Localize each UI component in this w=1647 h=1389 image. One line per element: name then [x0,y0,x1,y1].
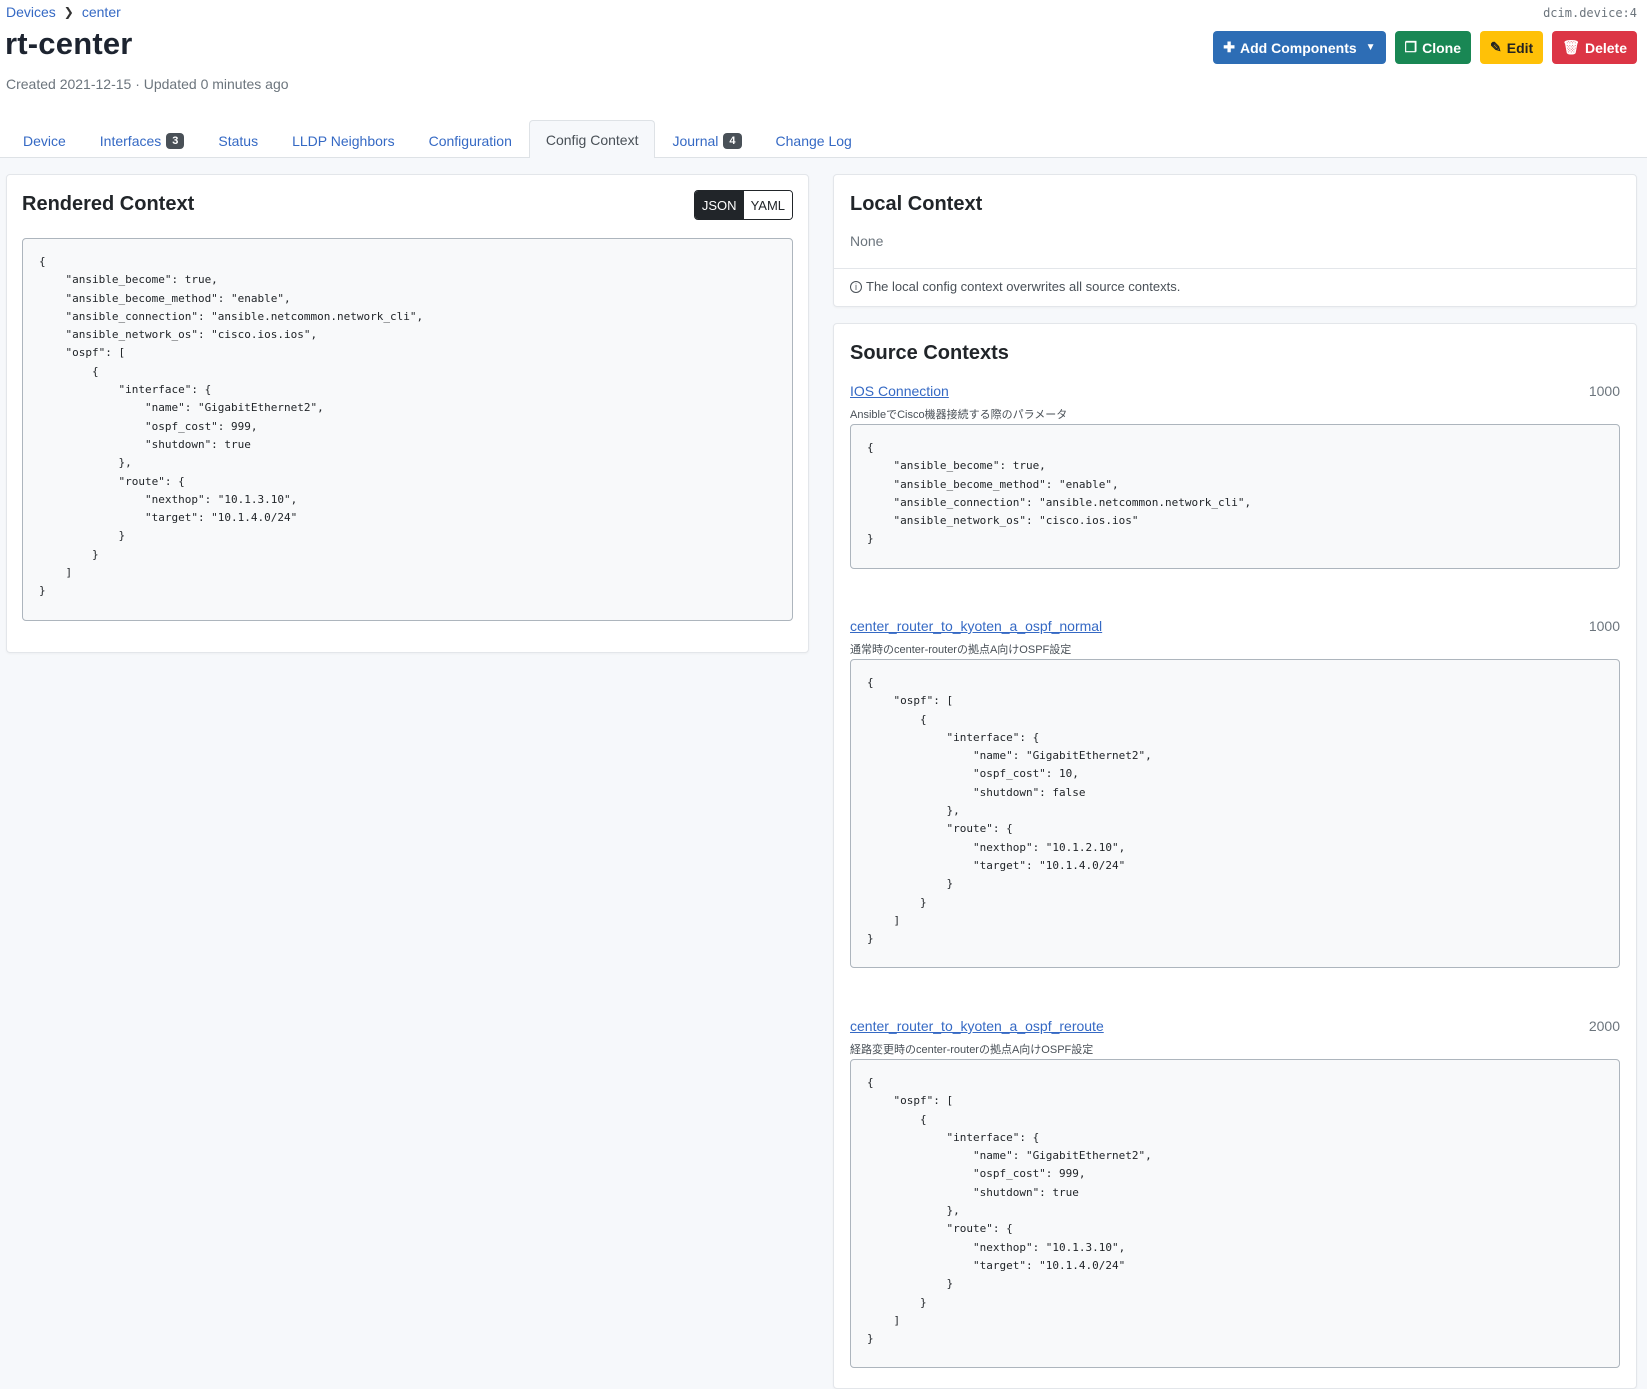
page-title: rt-center [5,26,133,61]
tab-label: Device [23,132,66,149]
yaml-format-button[interactable]: YAML [743,191,792,219]
rendered-context-title: Rendered Context [22,193,195,215]
source-context-code: { "ospf": [ { "interface": { "name": "Gi… [850,1059,1620,1368]
source-context-weight: 1000 [1588,618,1620,634]
page-header: Devices ❯ center dcim.device:4 rt-center… [0,0,1647,158]
plus-icon: ✚ [1223,39,1235,55]
breadcrumb-devices[interactable]: Devices [6,4,56,20]
local-context-value: None [850,233,884,249]
delete-label: Delete [1584,39,1627,56]
format-toggle: JSON YAML [693,190,793,220]
source-context-link[interactable]: IOS Connection [850,383,949,399]
source-context-description: 経路変更時のcenter-routerの拠点A向けOSPF設定 [850,1044,1094,1056]
object-identifier: dcim.device:4 [1543,6,1637,20]
tab-interfaces[interactable]: Interfaces 3 [83,122,202,158]
source-context-weight: 2000 [1588,1018,1620,1034]
source-context-description: AnsibleでCisco機器接続する際のパラメータ [850,409,1068,421]
rendered-context-code: { "ansible_become": true, "ansible_becom… [22,238,793,621]
tab-device[interactable]: Device [6,122,83,158]
tab-configuration[interactable]: Configuration [412,122,529,158]
copy-icon: ❐ [1404,39,1418,55]
tab-label: LLDP Neighbors [292,132,395,149]
local-context-note-text: The local config context overwrites all … [866,279,1181,294]
local-context-card: Local Context None i The local config co… [833,174,1637,307]
pencil-icon: ✎ [1490,39,1502,55]
count-badge: 4 [723,132,742,149]
breadcrumb-center[interactable]: center [82,4,121,20]
chevron-right-icon: ❯ [63,5,74,19]
caret-down-icon: ▼ [1365,42,1376,53]
source-contexts-title: Source Contexts [850,342,1009,364]
edit-button[interactable]: ✎ Edit [1480,31,1544,64]
tab-status[interactable]: Status [201,122,275,158]
breadcrumb: Devices ❯ center [6,4,121,20]
source-context-link[interactable]: center_router_to_kyoten_a_ospf_normal [850,618,1102,634]
tab-label: Status [218,132,259,149]
trash-icon: 🗑 [1562,39,1580,55]
tab-label: Configuration [428,132,512,149]
edit-label: Edit [1506,39,1534,56]
action-buttons: ✚ Add Components ▼ ❐ Clone ✎ Edit 🗑 Dele… [1213,31,1637,64]
tab-journal[interactable]: Journal 4 [655,122,758,158]
json-format-button[interactable]: JSON [694,191,744,219]
source-context-weight: 1000 [1588,383,1620,399]
divider [834,268,1636,269]
delete-button[interactable]: 🗑 Delete [1552,31,1637,64]
rendered-context-card: Rendered Context JSON YAML { "ansible_be… [6,174,809,653]
add-components-label: Add Components [1239,39,1357,56]
source-contexts-card: Source Contexts IOS Connection 1000 Ansi… [833,323,1637,1389]
created-updated-meta: Created 2021-12-15 · Updated 0 minutes a… [6,76,289,92]
tab-config-context[interactable]: Config Context [528,120,656,158]
tab-label: Config Context [545,131,639,148]
source-context-description: 通常時のcenter-routerの拠点A向けOSPF設定 [850,644,1072,656]
local-context-note: i The local config context overwrites al… [850,279,1180,294]
tab-bar: Device Interfaces 3 Status LLDP Neighbor… [6,120,869,158]
clone-button[interactable]: ❐ Clone [1394,31,1471,64]
source-context-link[interactable]: center_router_to_kyoten_a_ospf_reroute [850,1018,1104,1034]
source-context-code: { "ansible_become": true, "ansible_becom… [850,424,1620,569]
info-circle-icon: i [850,280,862,293]
clone-label: Clone [1422,39,1461,56]
tab-label: Journal [672,132,719,149]
add-components-button[interactable]: ✚ Add Components ▼ [1213,31,1386,64]
tab-change-log[interactable]: Change Log [759,122,869,158]
local-context-title: Local Context [850,193,983,215]
tab-label: Interfaces [99,132,162,149]
count-badge: 3 [166,132,185,149]
tab-lldp-neighbors[interactable]: LLDP Neighbors [275,122,411,158]
source-context-code: { "ospf": [ { "interface": { "name": "Gi… [850,659,1620,968]
tab-label: Change Log [775,132,852,149]
